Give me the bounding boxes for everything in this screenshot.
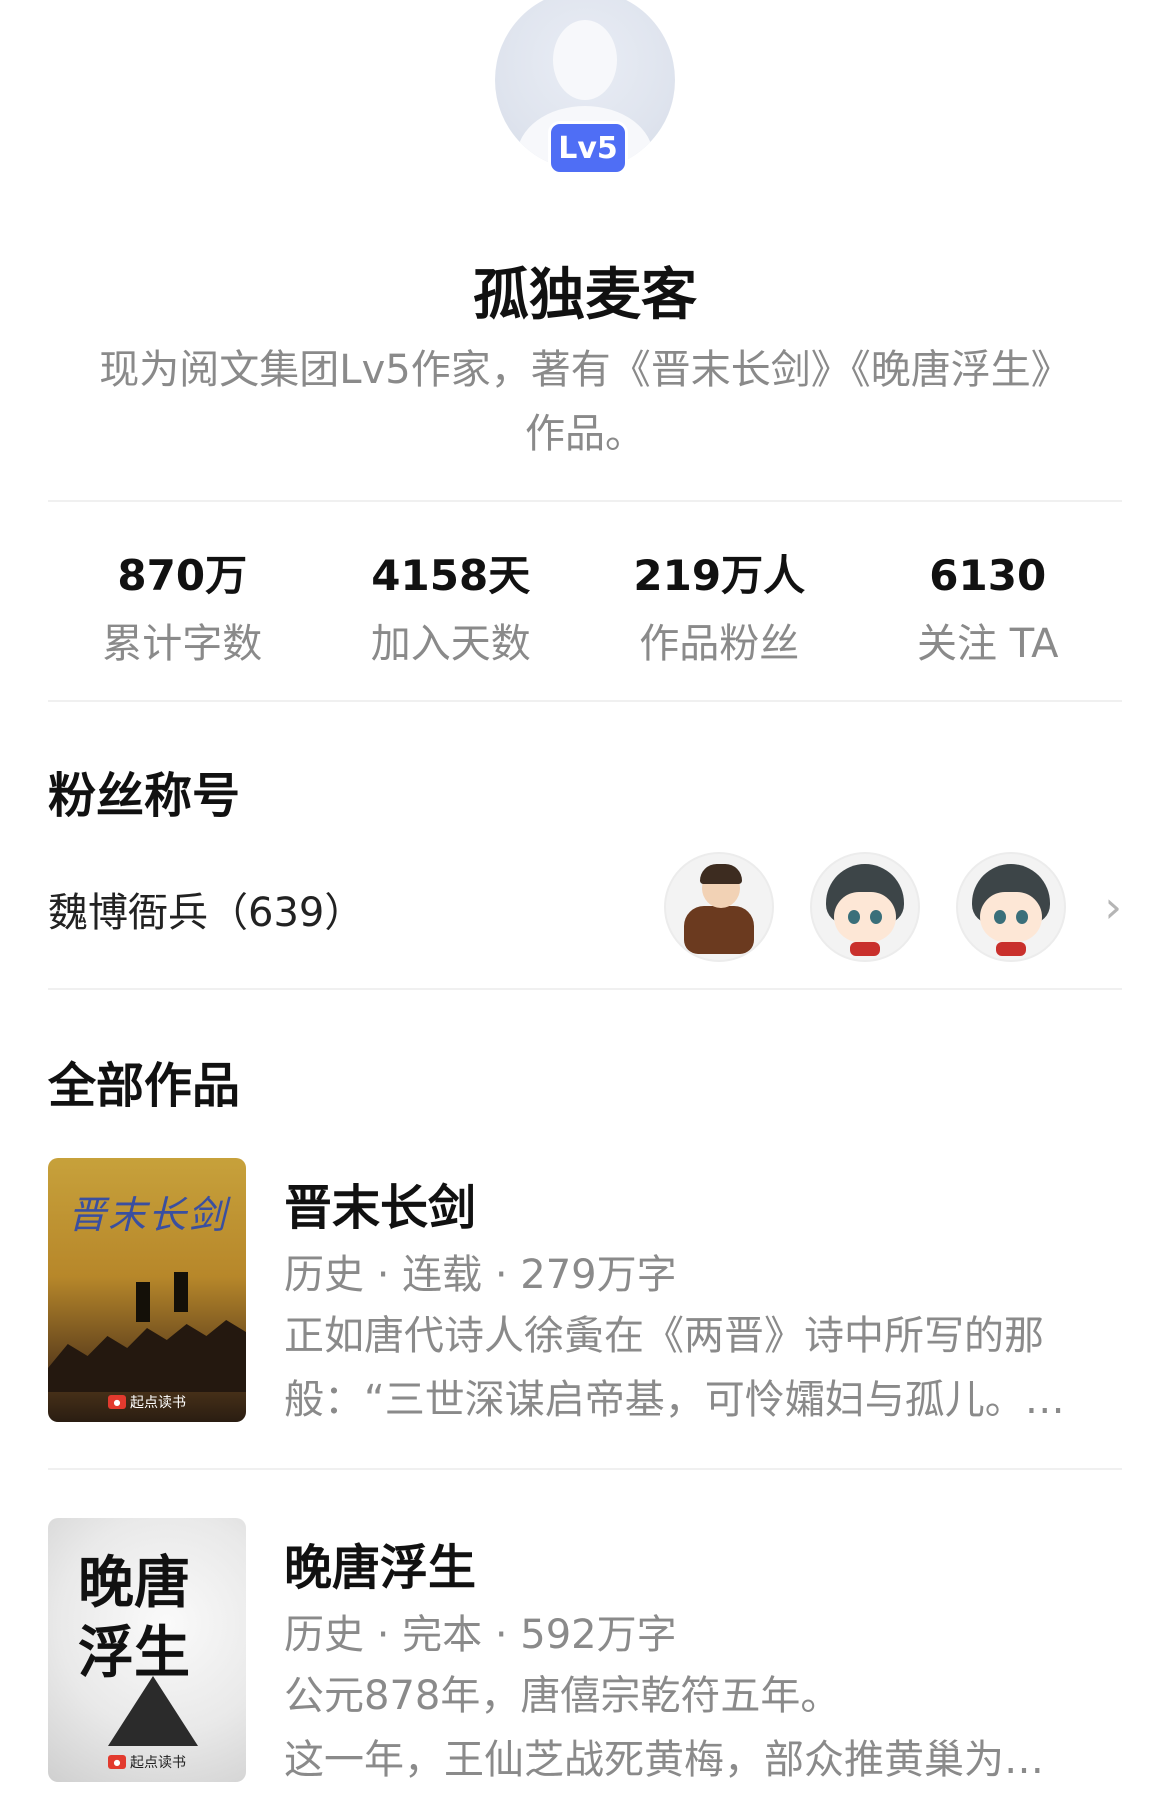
author-name: 孤独麦客 <box>473 263 697 328</box>
stat-join-days: 4158天 加入天数 <box>317 548 586 678</box>
cover-logo: ● 起点读书 <box>108 1752 186 1772</box>
book-meta: 历史 · 连载 · 279万字 <box>284 1252 677 1298</box>
flag-icon <box>174 1272 188 1312</box>
desc-line: 这一年，王仙芝战死黄梅，部众推黄巢为… <box>284 1737 1044 1783</box>
army-silhouette-icon <box>48 1320 246 1392</box>
cover-title: 晚唐浮生 <box>78 1550 190 1686</box>
stat-label: 加入天数 <box>370 621 531 667</box>
book-meta: 历史 · 完本 · 592万字 <box>284 1612 677 1658</box>
book-title[interactable]: 晚唐浮生 <box>284 1528 476 1598</box>
treasure-bag-icon <box>684 906 754 954</box>
cover-logo: ● 起点读书 <box>108 1392 186 1412</box>
fan-avatars <box>664 852 1066 962</box>
fan-avatar[interactable] <box>810 852 920 962</box>
book-cover[interactable]: 晋末长剑 ● 起点读书 <box>48 1158 246 1422</box>
stat-value: 870万 <box>117 551 248 600</box>
desc-line: 正如唐代诗人徐夤在《两晋》诗中所写的那 <box>284 1313 1044 1359</box>
level-badge: Lv5 <box>548 121 628 175</box>
chibi-face-icon <box>980 892 1042 942</box>
chevron-right-icon[interactable]: › <box>1104 882 1122 933</box>
divider <box>48 500 1122 502</box>
book-cover[interactable]: 晚唐浮生 ● 起点读书 <box>48 1518 246 1782</box>
stat-following[interactable]: 6130 关注 TA <box>854 548 1123 678</box>
book-description: 公元878年，唐僖宗乾符五年。 这一年，王仙芝战死黄梅，部众推黄巢为… <box>284 1664 1122 1792</box>
book-description: 正如唐代诗人徐夤在《两晋》诗中所写的那 般：“三世深谋启帝基，可怜孀妇与孤儿。… <box>284 1304 1122 1432</box>
author-bio: 现为阅文集团Lv5作家，著有《晋末长剑》《晚唐浮生》 作品。 <box>70 338 1100 466</box>
desc-line: 般：“三世深谋启帝基，可怜孀妇与孤儿。… <box>284 1377 1065 1423</box>
cover-logo-text: 起点读书 <box>130 1395 186 1411</box>
book-item[interactable]: 晋末长剑 ● 起点读书 晋末长剑 历史 · 连载 · 279万字 正如唐代诗人徐夤… <box>48 1158 1122 1423</box>
stats-row: 870万 累计字数 4158天 加入天数 219万人 作品粉丝 6130 关注 … <box>48 548 1122 678</box>
fan-avatar[interactable] <box>664 852 774 962</box>
book-item[interactable]: 晚唐浮生 ● 起点读书 晚唐浮生 历史 · 完本 · 592万字 公元878年，唐… <box>48 1518 1122 1783</box>
divider <box>48 700 1122 702</box>
cover-title: 晋末长剑 <box>68 1193 229 1237</box>
fan-title-heading: 粉丝称号 <box>48 768 241 824</box>
fan-avatar[interactable] <box>956 852 1066 962</box>
stat-label: 关注 TA <box>917 621 1059 667</box>
stat-value: 4158天 <box>371 551 531 600</box>
cover-logo-text: 起点读书 <box>130 1755 186 1771</box>
stat-value: 6130 <box>929 551 1047 600</box>
bio-line: 现为阅文集团Lv5作家，著有《晋末长剑》《晚唐浮生》 <box>99 347 1071 393</box>
stat-label: 累计字数 <box>102 621 263 667</box>
chibi-face-icon <box>834 892 896 942</box>
stat-total-words: 870万 累计字数 <box>48 548 317 678</box>
divider <box>48 988 1122 990</box>
flag-icon <box>136 1282 150 1322</box>
stat-fans[interactable]: 219万人 作品粉丝 <box>585 548 854 678</box>
fan-title-label: 魏博衙兵（639） <box>48 890 365 936</box>
desc-line: 公元878年，唐僖宗乾符五年。 <box>284 1673 841 1719</box>
stat-label: 作品粉丝 <box>639 621 800 667</box>
bio-line: 作品。 <box>525 411 645 457</box>
fan-title-row[interactable]: 魏博衙兵（639） › <box>48 852 1122 962</box>
divider <box>48 1468 1122 1470</box>
stat-value: 219万人 <box>633 551 806 600</box>
all-works-heading: 全部作品 <box>48 1058 241 1114</box>
book-title[interactable]: 晋末长剑 <box>284 1168 476 1238</box>
